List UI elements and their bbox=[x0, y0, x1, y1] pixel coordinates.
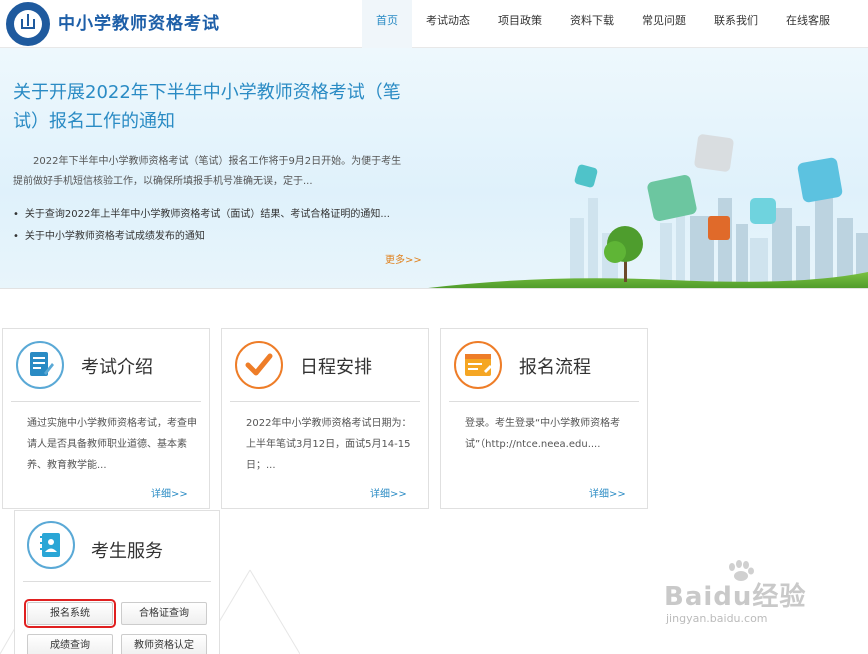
form-icon bbox=[454, 341, 502, 389]
nav-item-contact[interactable]: 联系我们 bbox=[700, 0, 772, 48]
baidu-watermark: Baidu经验 jingyan.baidu.com bbox=[664, 560, 864, 640]
certificate-query-button[interactable]: 合格证查询 bbox=[121, 602, 207, 625]
nav-item-policy[interactable]: 项目政策 bbox=[484, 0, 556, 48]
nav-item-online-service[interactable]: 在线客服 bbox=[772, 0, 844, 48]
exam-intro-card[interactable]: 考试介绍 通过实施中小学教师资格考试，考查申请人是否具备教师职业道德、基本素养、… bbox=[2, 328, 210, 509]
banner-description: 2022年下半年中小学教师资格考试（笔试）报名工作将于9月2日开始。为便于考生提… bbox=[13, 156, 402, 187]
banner-headline-link[interactable]: 关于开展2022年下半年中小学教师资格考试（笔试）报名工作的通知 bbox=[13, 78, 413, 136]
card-title: 考生服务 bbox=[91, 541, 163, 562]
registration-system-button[interactable]: 报名系统 bbox=[24, 599, 116, 628]
more-link[interactable]: 更多>> bbox=[385, 251, 422, 266]
card-title: 考试介绍 bbox=[81, 357, 153, 378]
registration-process-card[interactable]: 报名流程 登录。考生登录“中小学教师资格考试”（http://ntce.neea… bbox=[440, 328, 648, 509]
card-text: 通过实施中小学教师资格考试，考查申请人是否具备教师职业道德、基本素养、教育教学能… bbox=[27, 418, 197, 471]
card-more-link[interactable]: 详细>> bbox=[589, 485, 626, 500]
candidate-service-card: 考生服务 报名系统 合格证查询 成绩查询 教师资格认定 bbox=[14, 510, 220, 654]
card-more-link[interactable]: 详细>> bbox=[370, 485, 407, 500]
watermark-url: jingyan.baidu.com bbox=[666, 612, 768, 625]
nav-item-exam-news[interactable]: 考试动态 bbox=[412, 0, 484, 48]
main-nav: 首页 考试动态 项目政策 资料下载 常见问题 联系我们 在线客服 bbox=[362, 0, 844, 48]
news-list: 关于查询2022年上半年中小学教师资格考试（面试）结果、考试合格证明的通知...… bbox=[13, 205, 413, 249]
document-icon bbox=[16, 341, 64, 389]
site-header: 中小学教师资格考试 首页 考试动态 项目政策 资料下载 常见问题 联系我们 在线… bbox=[0, 0, 868, 48]
card-text: 登录。考生登录“中小学教师资格考试”（http://ntce.neea.edu.… bbox=[465, 418, 621, 450]
card-text: 2022年中小学教师资格考试日期为：上半年笔试3月12日，面试5月14-15日；… bbox=[246, 418, 412, 471]
card-title: 报名流程 bbox=[519, 357, 591, 378]
card-title: 日程安排 bbox=[300, 357, 372, 378]
nav-item-downloads[interactable]: 资料下载 bbox=[556, 0, 628, 48]
nav-item-home[interactable]: 首页 bbox=[362, 0, 412, 48]
nav-item-faq[interactable]: 常见问题 bbox=[628, 0, 700, 48]
site-title[interactable]: 中小学教师资格考试 bbox=[58, 9, 220, 34]
news-item[interactable]: 关于中小学教师资格考试成绩发布的通知 bbox=[13, 227, 413, 249]
site-logo-icon[interactable] bbox=[6, 2, 50, 46]
checkmark-icon bbox=[235, 341, 283, 389]
watermark-brand: Baidu经验 bbox=[664, 582, 807, 612]
news-item[interactable]: 关于查询2022年上半年中小学教师资格考试（面试）结果、考试合格证明的通知... bbox=[13, 205, 413, 227]
schedule-card[interactable]: 日程安排 2022年中小学教师资格考试日期为：上半年笔试3月12日，面试5月14… bbox=[221, 328, 429, 509]
teacher-qualification-button[interactable]: 教师资格认定 bbox=[121, 634, 207, 654]
banner: 关于开展2022年下半年中小学教师资格考试（笔试）报名工作的通知 2022年下半… bbox=[0, 48, 868, 289]
city-illustration bbox=[428, 134, 868, 288]
score-query-button[interactable]: 成绩查询 bbox=[27, 634, 113, 654]
contacts-icon bbox=[27, 521, 75, 569]
card-more-link[interactable]: 详细>> bbox=[151, 485, 188, 500]
